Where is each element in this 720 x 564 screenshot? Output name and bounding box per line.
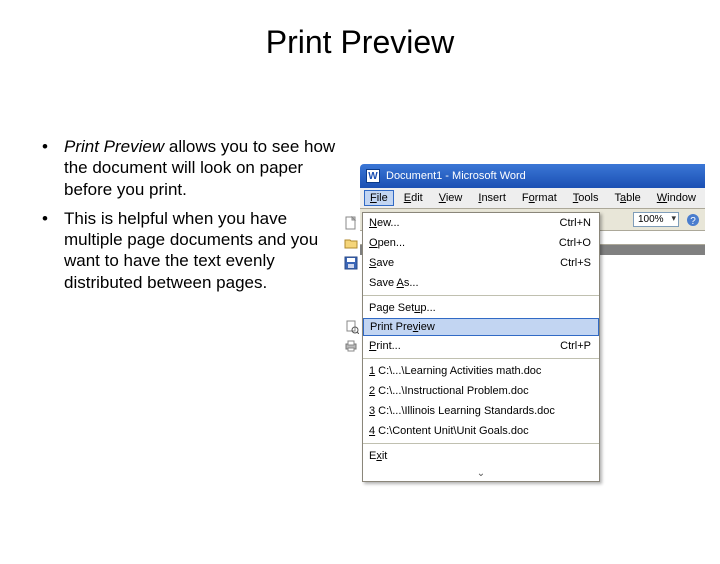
menu-item-open-label: Open... [363, 237, 559, 249]
menu-item-printpreview[interactable]: Print Preview [363, 318, 599, 336]
menu-item-pagesetup[interactable]: Page Setup... [363, 298, 599, 318]
separator-1 [363, 295, 599, 296]
menu-tools[interactable]: Tools [567, 190, 605, 206]
bullet-1-emph: Print Preview [64, 137, 164, 156]
recent-2-label: 2 C:\...\Instructional Problem.doc [363, 385, 591, 397]
chevron-down-icon: ⌄ [477, 468, 485, 479]
file-dropdown: New... Ctrl+N Open... Ctrl+O Save Ctrl+S… [362, 212, 600, 482]
menu-item-exit-label: Exit [363, 450, 591, 462]
menu-item-saveas-label: Save As... [363, 277, 591, 289]
help-icon[interactable]: ? [685, 212, 701, 228]
menu-item-new[interactable]: New... Ctrl+N [363, 213, 599, 233]
menu-expand[interactable]: ⌄ [363, 466, 599, 481]
menu-item-print[interactable]: Print... Ctrl+P [363, 336, 599, 356]
word-titlebar: W Document1 - Microsoft Word [360, 164, 705, 188]
menu-item-printpreview-label: Print Preview [364, 321, 590, 333]
menu-item-print-label: Print... [363, 340, 560, 352]
word-menubar: File Edit View Insert Format Tools Table… [360, 188, 705, 209]
menu-view[interactable]: View [433, 190, 469, 206]
menu-format[interactable]: Format [516, 190, 563, 206]
menu-item-open[interactable]: Open... Ctrl+O [363, 233, 599, 253]
menu-item-save-shortcut: Ctrl+S [560, 257, 591, 269]
open-icon [339, 236, 363, 250]
menu-item-new-label: New... [363, 217, 560, 229]
separator-3 [363, 443, 599, 444]
menu-item-exit[interactable]: Exit [363, 446, 599, 466]
bullet-1: Print Preview allows you to see how the … [42, 136, 342, 200]
menu-item-recent-4[interactable]: 4 C:\Content Unit\Unit Goals.doc [363, 421, 599, 441]
save-icon [339, 256, 363, 270]
svg-text:?: ? [690, 216, 696, 227]
menu-edit[interactable]: Edit [398, 190, 429, 206]
menu-item-saveas[interactable]: Save As... [363, 273, 599, 293]
menu-file[interactable]: File [364, 190, 394, 206]
bullet-2: This is helpful when you have multiple p… [42, 208, 342, 293]
menu-item-save[interactable]: Save Ctrl+S [363, 253, 599, 273]
menu-item-recent-1[interactable]: 1 C:\...\Learning Activities math.doc [363, 361, 599, 381]
recent-3-label: 3 C:\...\Illinois Learning Standards.doc [363, 405, 591, 417]
menu-item-open-shortcut: Ctrl+O [559, 237, 591, 249]
separator-2 [363, 358, 599, 359]
menu-item-recent-3[interactable]: 3 C:\...\Illinois Learning Standards.doc [363, 401, 599, 421]
print-preview-icon [340, 320, 364, 334]
menu-item-save-label: Save [363, 257, 560, 269]
body-text: Print Preview allows you to see how the … [42, 136, 342, 301]
menu-item-recent-2[interactable]: 2 C:\...\Instructional Problem.doc [363, 381, 599, 401]
recent-1-label: 1 C:\...\Learning Activities math.doc [363, 365, 591, 377]
menu-item-print-shortcut: Ctrl+P [560, 340, 591, 352]
recent-4-label: 4 C:\Content Unit\Unit Goals.doc [363, 425, 591, 437]
menu-window[interactable]: Window [651, 190, 702, 206]
menu-item-new-shortcut: Ctrl+N [560, 217, 591, 229]
word-app-icon: W [366, 169, 380, 183]
slide-title: Print Preview [0, 24, 720, 61]
zoom-field[interactable]: 100% [633, 212, 679, 227]
word-title-text: Document1 - Microsoft Word [386, 170, 526, 182]
new-icon [339, 216, 363, 230]
print-icon [339, 339, 363, 353]
menu-item-pagesetup-label: Page Setup... [363, 302, 591, 314]
menu-table[interactable]: Table [608, 190, 646, 206]
menu-insert[interactable]: Insert [472, 190, 512, 206]
